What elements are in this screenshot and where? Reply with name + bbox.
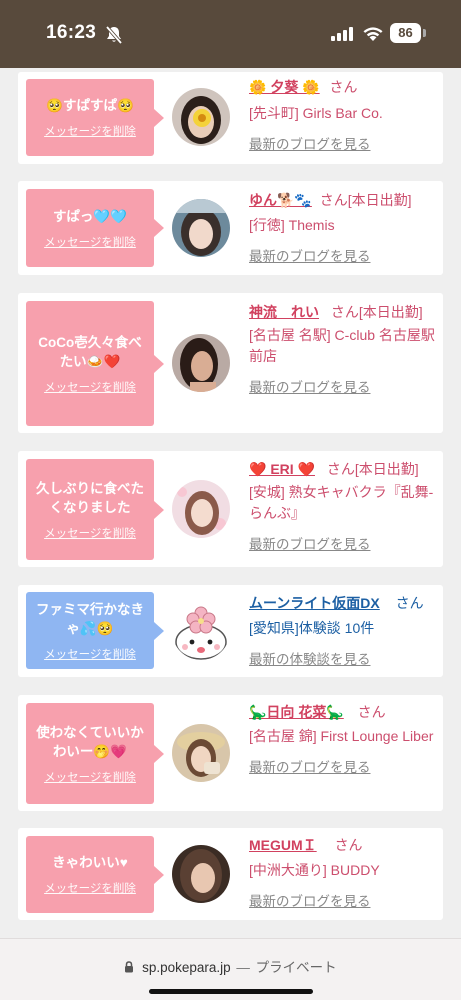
blog-link-row: 最新のブログを見る xyxy=(249,377,439,398)
girl-info: ゆん🐕🐾 さん[本日出勤] [行徳] Themis 最新のブログを見る xyxy=(249,190,439,267)
delete-message-link[interactable]: メッセージを削除 xyxy=(44,880,136,896)
name-line: 🌼 夕葵 🌼 さん xyxy=(249,77,439,98)
san-suffix: さん[本日出勤] xyxy=(326,461,419,477)
girl-name-link[interactable]: ゆん🐕🐾 xyxy=(249,192,312,208)
girl-info: 🦕日向 花菜🦕 さん [名古屋 錦] First Lounge Liber 最新… xyxy=(249,702,439,778)
blog-link-row: 最新のブログを見る xyxy=(249,757,439,778)
delete-message-link[interactable]: メッセージを削除 xyxy=(44,646,136,662)
avatar[interactable] xyxy=(172,199,230,257)
girl-info: 神流 れい さん[本日出勤] [名古屋 名駅] C-club 名古屋駅前店 最新… xyxy=(249,302,439,398)
battery-icon: 86 xyxy=(390,23,421,43)
signal-icon xyxy=(331,27,353,41)
message-bubble: CoCo壱久々食べたい🍛❤️ メッセージを削除 xyxy=(26,301,164,426)
avatar[interactable] xyxy=(172,845,230,903)
private-mode-label: プライベート xyxy=(255,960,337,975)
girl-info: ❤️ ERI ❤️ さん[本日出勤] [安城] 熟女キャバクラ『乱舞-らんぶ』 … xyxy=(249,459,439,555)
review-link-row: 最新の体験談を見る xyxy=(249,649,439,670)
name-line: 神流 れい さん[本日出勤] xyxy=(249,302,439,323)
message-text: 🥺すぱすぱ🥺 xyxy=(46,98,134,113)
message-bubble: 久しぶりに食べたくなりました メッセージを削除 xyxy=(26,459,164,560)
girl-info: ムーンライト仮面DX さん [愛知県]体験談 10件 最新の体験談を見る xyxy=(249,593,439,670)
girl-info: MEGUMＩ さん [中洲大通り] BUDDY 最新のブログを見る xyxy=(249,835,439,912)
message-text: 久しぶりに食べたくなりました xyxy=(36,480,144,515)
blog-link-row: 最新のブログを見る xyxy=(249,134,439,155)
message-card: 久しぶりに食べたくなりました メッセージを削除 ❤️ ERI ❤️ さん[本日出… xyxy=(18,451,443,567)
san-suffix: さん[本日出勤] xyxy=(319,192,412,208)
san-suffix: さん xyxy=(329,79,358,95)
san-suffix: さん xyxy=(334,837,363,853)
shop-info: [名古屋 錦] First Lounge Liber xyxy=(249,728,434,744)
delete-message-link[interactable]: メッセージを削除 xyxy=(44,123,136,139)
message-text: きゃわいい♥ xyxy=(52,855,128,870)
blog-link[interactable]: 最新のブログを見る xyxy=(249,137,371,152)
shop-info: [名古屋 名駅] C-club 名古屋駅前店 xyxy=(249,327,435,364)
browser-bottom-bar: sp.pokepara.jp — プライベート xyxy=(0,938,461,1000)
girl-name-link[interactable]: 🦕日向 花菜🦕 xyxy=(249,704,344,720)
avatar[interactable] xyxy=(172,88,230,146)
message-bubble: きゃわいい♥ メッセージを削除 xyxy=(26,836,164,913)
delete-message-link[interactable]: メッセージを削除 xyxy=(44,379,136,395)
status-bar: 16:23 86 xyxy=(0,0,461,68)
message-card: すぱっ🩵🩵 メッセージを削除 ゆん🐕🐾 さん[本日出勤] [行徳] Themis… xyxy=(18,181,443,275)
girl-name-link[interactable]: 🌼 夕葵 🌼 xyxy=(249,79,320,95)
blog-link[interactable]: 最新のブログを見る xyxy=(249,249,371,264)
avatar[interactable] xyxy=(172,334,230,392)
message-bubble: 使わなくていいかわいー🤭💗 メッセージを削除 xyxy=(26,703,164,804)
message-card: CoCo壱久々食べたい🍛❤️ メッセージを削除 神流 れい さん[本日出勤] [… xyxy=(18,293,443,433)
girl-name-link[interactable]: MEGUMＩ xyxy=(249,837,317,853)
name-line: 🦕日向 花菜🦕 さん xyxy=(249,702,439,723)
reviewer-name-link[interactable]: ムーンライト仮面DX xyxy=(249,595,380,611)
san-suffix: さん xyxy=(395,595,424,611)
message-bubble: 🥺すぱすぱ🥺 メッセージを削除 xyxy=(26,79,164,156)
message-bubble: ファミマ行かなきゃ💦🥺 メッセージを削除 xyxy=(26,592,164,669)
girl-name-link[interactable]: 神流 れい xyxy=(249,304,319,320)
delete-message-link[interactable]: メッセージを削除 xyxy=(44,525,136,541)
message-text: すぱっ🩵🩵 xyxy=(52,208,128,224)
girl-name-link[interactable]: ❤️ ERI ❤️ xyxy=(249,461,315,477)
message-card: きゃわいい♥ メッセージを削除 MEGUMＩ さん [中洲大通り] BUDDY … xyxy=(18,828,443,920)
shop-info: [安城] 熟女キャバクラ『乱舞-らんぶ』 xyxy=(249,484,434,521)
blog-link-row: 最新のブログを見る xyxy=(249,246,439,267)
message-card: 🥺すぱすぱ🥺 メッセージを削除 🌼 夕葵 🌼 さん [先斗町] Girls Ba… xyxy=(18,72,443,164)
message-text: 使わなくていいかわいー🤭💗 xyxy=(36,724,144,759)
avatar[interactable] xyxy=(172,724,230,782)
message-text: ファミマ行かなきゃ💦🥺 xyxy=(36,601,144,636)
status-time: 16:23 xyxy=(46,22,97,43)
san-suffix: さん[本日出勤] xyxy=(330,304,423,320)
name-line: ムーンライト仮面DX さん xyxy=(249,593,439,614)
shop-info: [行徳] Themis xyxy=(249,217,335,233)
name-line: MEGUMＩ さん xyxy=(249,835,439,856)
delete-message-link[interactable]: メッセージを削除 xyxy=(44,769,136,785)
review-link[interactable]: 最新の体験談を見る xyxy=(249,652,371,667)
girl-info: 🌼 夕葵 🌼 さん [先斗町] Girls Bar Co. 最新のブログを見る xyxy=(249,77,439,155)
url-text: sp.pokepara.jp xyxy=(142,960,231,975)
message-card: 使わなくていいかわいー🤭💗 メッセージを削除 🦕日向 花菜🦕 さん [名古屋 錦… xyxy=(18,695,443,811)
blog-link[interactable]: 最新のブログを見る xyxy=(249,894,371,909)
blog-link[interactable]: 最新のブログを見る xyxy=(249,760,371,775)
blog-link-row: 最新のブログを見る xyxy=(249,534,439,555)
blog-link-row: 最新のブログを見る xyxy=(249,891,439,912)
url-separator: — xyxy=(236,960,250,975)
message-card: ファミマ行かなきゃ💦🥺 メッセージを削除 ムーンライト仮面DX さん [愛知県]… xyxy=(18,585,443,677)
wifi-icon xyxy=(363,27,383,41)
battery-nub xyxy=(423,29,426,37)
blog-link[interactable]: 最新のブログを見る xyxy=(249,380,371,395)
home-indicator xyxy=(149,989,313,994)
blog-link[interactable]: 最新のブログを見る xyxy=(249,537,371,552)
review-info: [愛知県]体験談 10件 xyxy=(249,620,375,636)
name-line: ❤️ ERI ❤️ さん[本日出勤] xyxy=(249,459,439,480)
delete-message-link[interactable]: メッセージを削除 xyxy=(44,234,136,250)
message-text: CoCo壱久々食べたい🍛❤️ xyxy=(38,334,142,369)
address-bar[interactable]: sp.pokepara.jp — プライベート xyxy=(0,956,461,976)
bell-slash-icon xyxy=(105,25,123,45)
shop-info: [先斗町] Girls Bar Co. xyxy=(249,105,383,121)
shop-info: [中洲大通り] BUDDY xyxy=(249,862,380,878)
message-bubble: すぱっ🩵🩵 メッセージを削除 xyxy=(26,189,164,267)
name-line: ゆん🐕🐾 さん[本日出勤] xyxy=(249,190,439,211)
lock-icon xyxy=(125,961,134,973)
avatar[interactable] xyxy=(172,480,230,538)
san-suffix: さん xyxy=(357,704,386,720)
avatar[interactable] xyxy=(172,602,230,660)
